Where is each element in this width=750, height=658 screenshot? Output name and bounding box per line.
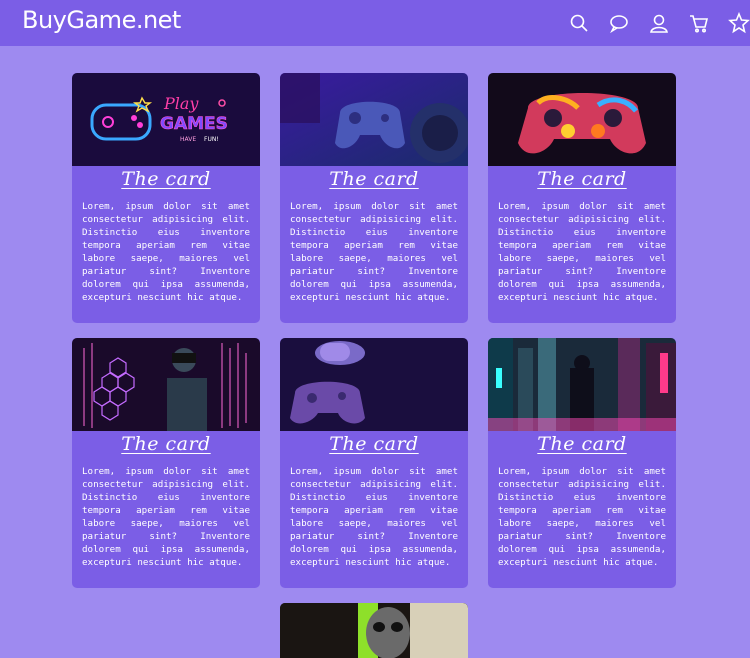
card-text: Lorem, ipsum dolor sit amet consectetur …	[498, 201, 666, 303]
card-image-vr-man	[72, 338, 260, 431]
card-text: Lorem, ipsum dolor sit amet consectetur …	[82, 201, 250, 303]
card-text: Lorem, ipsum dolor sit amet consectetur …	[290, 466, 458, 568]
svg-text:HAVE: HAVE	[180, 136, 196, 143]
game-card-partial[interactable]	[280, 603, 468, 658]
card-image-cyberpunk-city	[488, 338, 676, 431]
card-image-skull-soldier	[280, 603, 468, 658]
card-title: The card	[121, 433, 211, 455]
card-image-neon-sign: Play GAMES HAVE FUN!	[72, 73, 260, 166]
header-nav-icons	[568, 12, 750, 34]
card-text: Lorem, ipsum dolor sit amet consectetur …	[498, 466, 666, 568]
game-card[interactable]: Play GAMES HAVE FUN! The card Lorem, ips…	[72, 73, 260, 323]
star-icon[interactable]	[728, 12, 750, 34]
card-title: The card	[537, 433, 627, 455]
card-title: The card	[121, 168, 211, 190]
game-card[interactable]: The card Lorem, ipsum dolor sit amet con…	[488, 73, 676, 323]
card-image-controller-headphones	[280, 338, 468, 431]
svg-text:Play: Play	[163, 94, 199, 113]
user-icon[interactable]	[648, 12, 670, 34]
card-title: The card	[537, 168, 627, 190]
search-icon[interactable]	[568, 12, 590, 34]
card-image-colorful-gamepad	[488, 73, 676, 166]
card-text: Lorem, ipsum dolor sit amet consectetur …	[290, 201, 458, 303]
site-logo[interactable]: BuyGame.net	[22, 6, 181, 34]
card-title: The card	[329, 433, 419, 455]
cart-icon[interactable]	[688, 12, 710, 34]
game-card[interactable]: The card Lorem, ipsum dolor sit amet con…	[280, 73, 468, 323]
chat-icon[interactable]	[608, 12, 630, 34]
site-header: BuyGame.net	[0, 0, 750, 46]
card-image-gamepad-desk	[280, 73, 468, 166]
svg-text:FUN!: FUN!	[204, 136, 219, 143]
game-card[interactable]: The card Lorem, ipsum dolor sit amet con…	[72, 338, 260, 588]
card-title: The card	[329, 168, 419, 190]
game-card[interactable]: The card Lorem, ipsum dolor sit amet con…	[280, 338, 468, 588]
card-text: Lorem, ipsum dolor sit amet consectetur …	[82, 466, 250, 568]
svg-text:GAMES: GAMES	[160, 114, 228, 134]
game-card[interactable]: The card Lorem, ipsum dolor sit amet con…	[488, 338, 676, 588]
